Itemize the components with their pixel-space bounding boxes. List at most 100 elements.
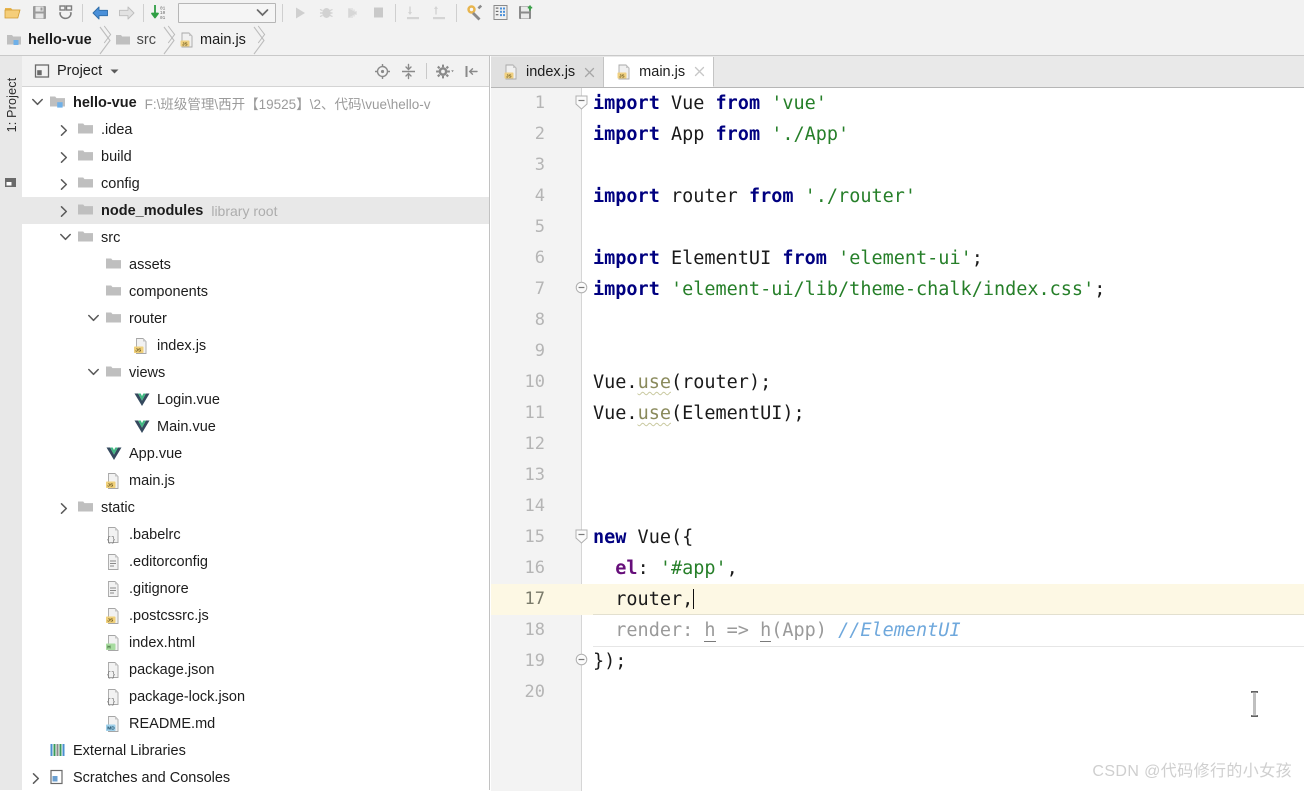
code-line-4[interactable]: 4 import router from './router' (491, 181, 1304, 212)
chevron-down-icon (256, 8, 269, 17)
sync-refresh-icon[interactable] (52, 2, 78, 24)
code-line-3[interactable]: 3 (491, 150, 1304, 181)
code-line-18[interactable]: 18 render: h => h(App) //ElementUI (491, 615, 1304, 647)
tool-window-button-project[interactable]: 1: Project (1, 70, 23, 140)
fold-marker-icon[interactable] (575, 529, 588, 549)
tree-toggle-right-icon[interactable] (54, 170, 76, 197)
step-out-icon[interactable] (426, 2, 452, 24)
tree-toggle-down-icon[interactable] (54, 224, 76, 251)
scroll-from-source-icon[interactable] (370, 60, 394, 82)
tree-toggle-down-icon[interactable] (26, 89, 48, 116)
chevron-down-icon[interactable] (110, 68, 119, 75)
tree-row-static[interactable]: static (22, 494, 489, 521)
tree-row-index-html[interactable]: Hindex.html (22, 629, 489, 656)
tree-row-assets[interactable]: assets (22, 251, 489, 278)
tree-row-babelrc[interactable]: {} .babelrc (22, 521, 489, 548)
tree-toggle-right-icon[interactable] (54, 197, 76, 224)
fold-marker-icon[interactable] (575, 281, 588, 299)
tree-row-hello-vue[interactable]: hello-vue F:\班级管理\西开【19525】\2、代码\vue\hell… (22, 89, 489, 116)
step-in-icon[interactable] (400, 2, 426, 24)
run-icon[interactable] (287, 2, 313, 24)
tree-row-editorconfig[interactable]: .editorconfig (22, 548, 489, 575)
tree-row-main-vue[interactable]: Main.vue (22, 413, 489, 440)
tree-row-src[interactable]: src (22, 224, 489, 251)
tree-row-main-js[interactable]: JS main.js (22, 467, 489, 494)
collapse-all-icon[interactable] (396, 60, 420, 82)
tree-row-config[interactable]: config (22, 170, 489, 197)
fold-marker-icon[interactable] (575, 653, 588, 671)
code-line-9[interactable]: 9 (491, 336, 1304, 367)
settings-wrench-icon[interactable] (461, 2, 487, 24)
code-line-8[interactable]: 8 (491, 305, 1304, 336)
code-lines[interactable]: 1 import Vue from 'vue' 2 import App from '… (491, 88, 1304, 791)
editor-tab-index-js[interactable]: JS index.js (491, 57, 605, 87)
tree-row-index-js[interactable]: JS index.js (22, 332, 489, 359)
settings-gear-icon[interactable] (433, 60, 457, 82)
tree-row-package-json[interactable]: {} package.json (22, 656, 489, 683)
tree-row-idea[interactable]: .idea (22, 116, 489, 143)
update-project-icon[interactable]: 01 10 01 (148, 2, 174, 24)
open-folder-icon[interactable] (0, 2, 26, 24)
coverage-icon[interactable] (339, 2, 365, 24)
code-line-14[interactable]: 14 (491, 491, 1304, 522)
save-all-icon[interactable] (26, 2, 52, 24)
editor-tab-main-js[interactable]: JS main.js (604, 57, 715, 87)
structure-icon[interactable] (4, 176, 17, 189)
hide-panel-icon[interactable] (459, 60, 483, 82)
project-structure-icon[interactable] (487, 2, 513, 24)
tree-row-router[interactable]: router (22, 305, 489, 332)
tree-row-components[interactable]: components (22, 278, 489, 305)
code-text: import App from './App' (593, 124, 850, 145)
tree-row-views[interactable]: views (22, 359, 489, 386)
code-editor[interactable]: 1 import Vue from 'vue' 2 import App from '… (491, 88, 1304, 791)
tree-row-label: README.md (129, 715, 216, 732)
tree-toggle-down-icon[interactable] (82, 359, 104, 386)
tree-row-build[interactable]: build (22, 143, 489, 170)
code-line-20[interactable]: 20 (491, 677, 1304, 708)
code-line-1[interactable]: 1 import Vue from 'vue' (491, 88, 1304, 119)
code-line-13[interactable]: 13 (491, 460, 1304, 491)
code-line-7[interactable]: 7 import 'element-ui/lib/theme-chalk/inde… (491, 274, 1304, 305)
close-icon[interactable] (584, 67, 595, 78)
tree-row-postcssrc-js[interactable]: JS .postcssrc.js (22, 602, 489, 629)
debug-icon[interactable] (313, 2, 339, 24)
back-arrow-icon[interactable] (87, 2, 113, 24)
tree-row-external-libraries[interactable]: External Libraries (22, 737, 489, 764)
close-icon[interactable] (694, 66, 705, 77)
tree-row-node-modules[interactable]: node_modules library root (22, 197, 489, 224)
stop-icon[interactable] (365, 2, 391, 24)
run-configuration-selector[interactable] (178, 2, 276, 23)
tree-row-app-vue[interactable]: App.vue (22, 440, 489, 467)
js-file-icon: JS (179, 32, 195, 48)
toolbar-settings-group (461, 0, 539, 25)
project-tree[interactable]: hello-vue F:\班级管理\西开【19525】\2、代码\vue\hell… (22, 87, 489, 791)
fold-marker-icon[interactable] (575, 95, 588, 115)
code-line-11[interactable]: 11 Vue.use(ElementUI); (491, 398, 1304, 429)
breadcrumb-item-project[interactable]: hello-vue (6, 25, 92, 56)
code-line-15[interactable]: 15 new Vue({ (491, 522, 1304, 553)
tree-row-scratches-and-consoles[interactable]: Scratches and Consoles (22, 764, 489, 791)
tree-toggle-right-icon[interactable] (54, 116, 76, 143)
tree-row-gitignore[interactable]: .gitignore (22, 575, 489, 602)
tree-toggle-right-icon[interactable] (54, 143, 76, 170)
tree-row-login-vue[interactable]: Login.vue (22, 386, 489, 413)
tree-row-package-lock-json[interactable]: {} package-lock.json (22, 683, 489, 710)
code-line-19[interactable]: 19}); (491, 646, 1304, 677)
tree-toggle-right-icon[interactable] (26, 764, 48, 791)
breadcrumb-item-file[interactable]: JS main.js (179, 25, 246, 56)
tree-row-label: index.js (157, 337, 207, 354)
tree-toggle-down-icon[interactable] (82, 305, 104, 332)
commit-icon[interactable] (513, 2, 539, 24)
forward-arrow-icon[interactable] (113, 2, 139, 24)
breadcrumb-item-folder[interactable]: src (115, 25, 156, 56)
code-line-2[interactable]: 2 import App from './App' (491, 119, 1304, 150)
code-line-12[interactable]: 12 (491, 429, 1304, 460)
code-line-6[interactable]: 6 import ElementUI from 'element-ui'; (491, 243, 1304, 274)
tree-row-label: static (101, 499, 135, 516)
code-line-16[interactable]: 16 el: '#app', (491, 553, 1304, 584)
code-line-17[interactable]: 17 router, (491, 584, 1304, 615)
code-line-10[interactable]: 10 Vue.use(router); (491, 367, 1304, 398)
code-line-5[interactable]: 5 (491, 212, 1304, 243)
tree-toggle-right-icon[interactable] (54, 494, 76, 521)
tree-row-readme-md[interactable]: MD README.md (22, 710, 489, 737)
